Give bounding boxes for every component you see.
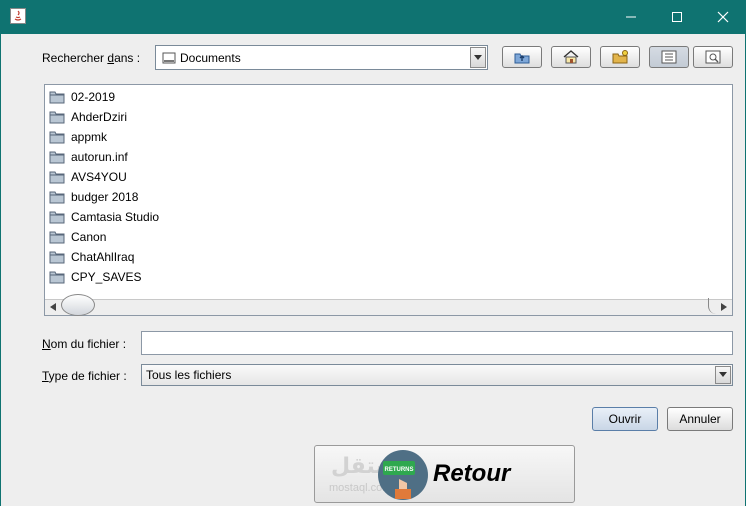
new-folder-button[interactable]: [600, 46, 640, 68]
folder-icon: [49, 111, 65, 124]
file-list-item[interactable]: Canon: [49, 227, 106, 247]
scroll-left-icon[interactable]: [49, 303, 57, 311]
maximize-icon[interactable]: [654, 0, 700, 34]
look-in-combo[interactable]: Documents: [155, 45, 488, 70]
file-type-value: Tous les fichiers: [146, 368, 232, 382]
return-icon: RETURNS: [378, 450, 428, 500]
open-button[interactable]: Ouvrir: [592, 407, 658, 431]
details-view-button[interactable]: [693, 46, 733, 68]
file-type-label: Type de fichier :: [42, 369, 127, 383]
file-name: 02-2019: [71, 90, 116, 104]
folder-icon: [49, 211, 65, 224]
file-name-input[interactable]: [141, 331, 733, 355]
file-list-item[interactable]: budger 2018: [49, 187, 138, 207]
close-icon[interactable]: [700, 0, 746, 34]
file-name: ChatAhlIraq: [71, 250, 135, 264]
java-app-icon: [10, 8, 26, 24]
folder-icon: [49, 171, 65, 184]
folder-icon: [49, 91, 65, 104]
folder-icon: [49, 191, 65, 204]
file-name: budger 2018: [71, 190, 139, 204]
file-list-item[interactable]: autorun.inf: [49, 147, 128, 167]
up-folder-button[interactable]: [502, 46, 542, 68]
title-bar: [0, 0, 746, 34]
scrollbar-track-end: [708, 298, 716, 314]
cancel-button[interactable]: Annuler: [667, 407, 733, 431]
file-list-item[interactable]: AhderDziri: [49, 107, 127, 127]
file-name-label: Nom du fichier :: [42, 337, 127, 351]
folder-icon: [49, 151, 65, 164]
list-view-button[interactable]: [649, 46, 689, 68]
retour-button[interactable]: مستقل mostaql.com RETURNS Retour: [314, 445, 575, 503]
chevron-down-icon[interactable]: [470, 47, 486, 68]
file-list-item[interactable]: AVS4YOU: [49, 167, 127, 187]
file-name: CPY_SAVES: [71, 270, 142, 284]
file-name: Canon: [71, 230, 107, 244]
file-list[interactable]: 02-2019 AhderDziri appmk autorun.inf AVS4YOU…: [44, 84, 733, 316]
folder-icon: [49, 231, 65, 244]
horizontal-scrollbar[interactable]: [45, 294, 732, 316]
list-view-icon: [661, 50, 677, 64]
file-name: Camtasia Studio: [71, 210, 160, 224]
file-list-item[interactable]: 02-2019: [49, 87, 115, 107]
file-list-item[interactable]: appmk: [49, 127, 107, 147]
folder-icon: [49, 131, 65, 144]
file-list-item[interactable]: Camtasia Studio: [49, 207, 159, 227]
file-name: AhderDziri: [71, 110, 128, 124]
file-type-combo[interactable]: Tous les fichiers: [141, 364, 733, 386]
home-icon: [563, 50, 579, 64]
home-button[interactable]: [551, 46, 591, 68]
chevron-down-icon[interactable]: [715, 366, 731, 384]
folder-icon: [49, 251, 65, 264]
drive-icon: [162, 52, 176, 63]
file-name: appmk: [71, 130, 108, 144]
retour-label: Retour: [433, 460, 511, 487]
folder-icon: [49, 271, 65, 284]
minimize-icon[interactable]: [608, 0, 654, 34]
scroll-right-icon[interactable]: [720, 303, 728, 311]
file-name: AVS4YOU: [71, 170, 127, 184]
up-folder-icon: [514, 53, 530, 64]
look-in-value: Documents: [180, 50, 241, 65]
look-in-label: Rechercher dans :: [42, 51, 141, 65]
details-view-icon: [705, 50, 721, 64]
file-list-item[interactable]: ChatAhlIraq: [49, 247, 134, 267]
new-folder-icon: [612, 50, 628, 64]
scrollbar-thumb[interactable]: [61, 294, 95, 316]
file-list-item[interactable]: CPY_SAVES: [49, 267, 141, 287]
file-name: autorun.inf: [71, 150, 128, 164]
return-icon-text: RETURNS: [384, 467, 413, 473]
